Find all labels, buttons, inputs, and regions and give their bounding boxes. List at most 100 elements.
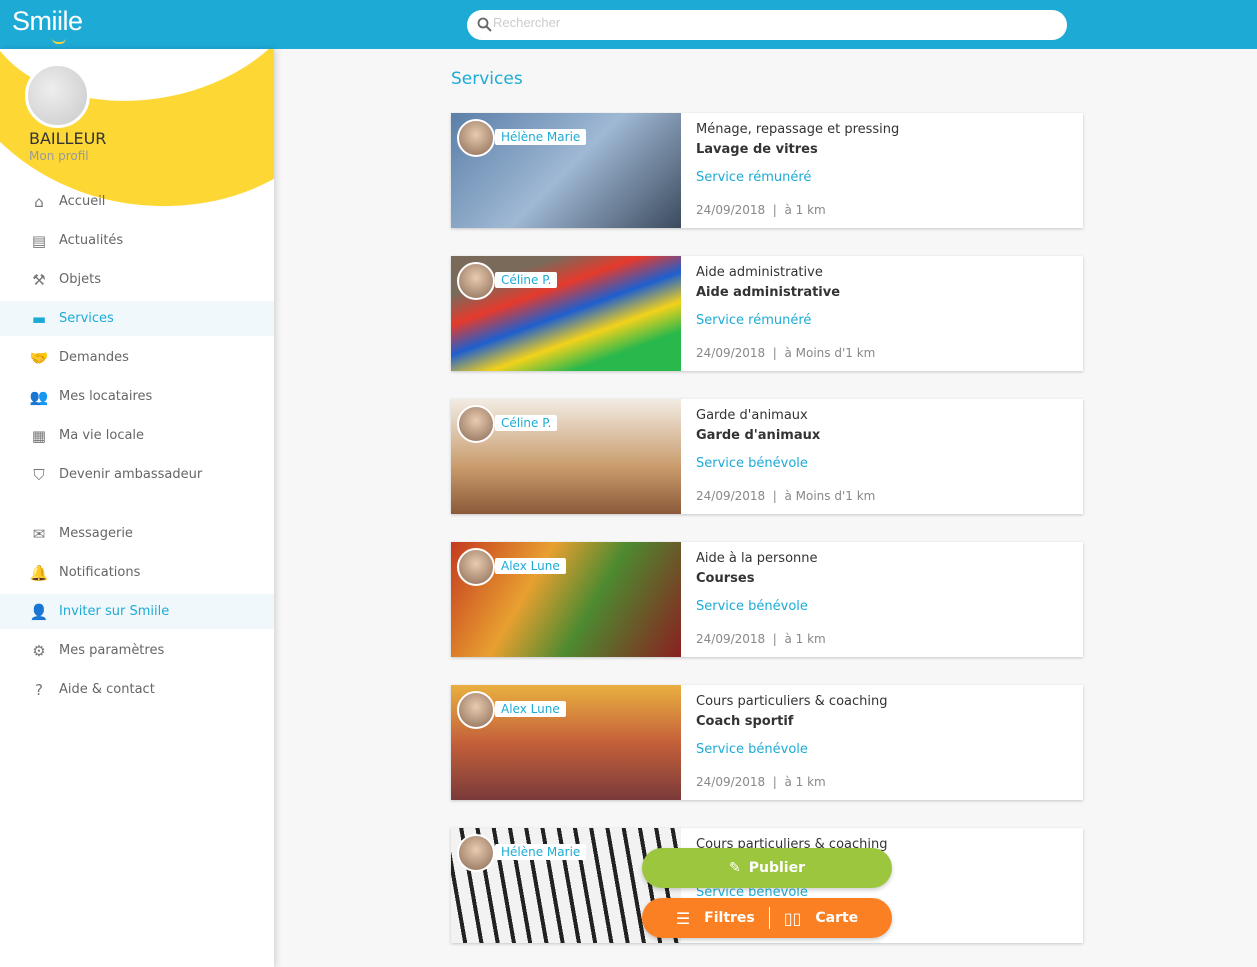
user-avatar (457, 262, 495, 300)
user-name-badge[interactable]: Hélène Marie (495, 844, 587, 860)
map-label: Carte (815, 910, 859, 926)
user-name-badge[interactable]: Hélène Marie (495, 129, 587, 145)
service-date: 24/09/2018 (696, 632, 766, 646)
service-distance: à 1 km (784, 775, 826, 789)
service-title: Garde d'animaux (696, 428, 821, 443)
sidebar-item-devenir-ambassadeur[interactable]: ⛉ Devenir ambassadeur (0, 457, 274, 492)
my-profile-link[interactable]: Mon profil (29, 149, 89, 163)
service-type: Service bénévole (696, 742, 808, 757)
sidebar-item-objets[interactable]: ⚒ Objets (0, 262, 274, 297)
user-avatar (457, 691, 495, 729)
service-distance: à 1 km (784, 632, 826, 646)
service-type: Service rémunéré (696, 313, 812, 328)
sidebar-item-label: Messagerie (59, 526, 133, 541)
service-meta: 24/09/2018 | à 1 km (696, 632, 826, 646)
sidebar-item-messagerie[interactable]: ✉ Messagerie (0, 516, 274, 551)
service-distance: à 1 km (784, 203, 826, 217)
avatar[interactable] (25, 63, 90, 128)
sidebar-item-label: Inviter sur Smiile (59, 604, 170, 619)
service-title: Aide administrative (696, 285, 841, 300)
service-category: Ménage, repassage et pressing (696, 122, 900, 137)
sidebar-item-notifications[interactable]: 🔔 Notifications (0, 555, 274, 590)
bell-icon: 🔔 (29, 563, 49, 582)
search-input[interactable] (493, 15, 1053, 30)
pencil-icon: ✎ (729, 860, 741, 876)
divider (768, 907, 770, 929)
sidebar-item-label: Devenir ambassadeur (59, 467, 203, 482)
sidebar-item-inviter-sur-smiile[interactable]: 👤 Inviter sur Smiile (0, 594, 274, 629)
sidebar-item-label: Mes paramètres (59, 643, 165, 658)
paint-roller-icon: ▬ (31, 309, 47, 328)
service-card[interactable]: Alex Lune Cours particuliers & coaching … (451, 685, 1083, 800)
sidebar-item-services[interactable]: ▬ Services (0, 301, 274, 336)
sidebar-item-label: Mes locataires (59, 389, 153, 404)
shield-icon: ⛉ (33, 465, 45, 484)
users-icon: 👥 (29, 387, 49, 406)
service-type: Service bénévole (696, 599, 808, 614)
search-bar[interactable] (467, 10, 1067, 40)
publish-button[interactable]: ✎ Publier (642, 848, 892, 888)
user-role: BAILLEUR (29, 129, 107, 148)
home-icon: ⌂ (34, 192, 44, 211)
service-date: 24/09/2018 (696, 489, 766, 503)
envelope-icon: ✉ (32, 524, 46, 543)
gear-icon: ⚙ (32, 641, 46, 660)
newspaper-icon: ▤ (31, 231, 47, 250)
service-type: Service rémunéré (696, 170, 812, 185)
service-title: Courses (696, 571, 755, 586)
sidebar-item-demandes[interactable]: 🤝 Demandes (0, 340, 274, 375)
service-card[interactable]: Hélène Marie Ménage, repassage et pressi… (451, 113, 1083, 228)
service-date: 24/09/2018 (696, 346, 766, 360)
user-avatar (457, 119, 495, 157)
service-title: Coach sportif (696, 714, 794, 729)
filters-label: Filtres (704, 910, 755, 926)
sidebar-item-ma-vie-locale[interactable]: ▦ Ma vie locale (0, 418, 274, 453)
service-date: 24/09/2018 (696, 203, 766, 217)
user-avatar (457, 834, 495, 872)
user-name-badge[interactable]: Alex Lune (495, 558, 566, 574)
store-icon: ▦ (31, 426, 47, 445)
service-meta: 24/09/2018 | à 1 km (696, 775, 826, 789)
service-meta: 24/09/2018 | à 1 km (696, 203, 826, 217)
service-category: Aide administrative (696, 265, 823, 280)
question-icon: ? (35, 680, 43, 699)
sidebar-item-label: Ma vie locale (59, 428, 145, 443)
add-user-icon: 👤 (29, 602, 49, 621)
service-category: Aide à la personne (696, 551, 818, 566)
sidebar-item-aide-contact[interactable]: ? Aide & contact (0, 672, 274, 707)
user-name-badge[interactable]: Céline P. (495, 415, 558, 431)
smiile-logo[interactable]: Smiile (12, 6, 83, 37)
sliders-icon: ☰ (675, 908, 691, 928)
service-meta: 24/09/2018 | à Moins d'1 km (696, 489, 876, 503)
sidebar-item-label: Aide & contact (59, 682, 155, 697)
user-name-badge[interactable]: Alex Lune (495, 701, 566, 717)
sidebar: BAILLEUR Mon profil ⌂ Accueil ▤ Actualités ⚒… (0, 49, 274, 967)
filters-button[interactable]: ☰ Filtres (676, 909, 755, 928)
service-type: Service bénévole (696, 456, 808, 471)
sidebar-item-actualit-s[interactable]: ▤ Actualités (0, 223, 274, 258)
sidebar-item-label: Accueil (59, 194, 106, 209)
page-title: Services (451, 69, 523, 89)
user-name-badge[interactable]: Céline P. (495, 272, 558, 288)
map-button[interactable]: ▯▯ Carte (784, 909, 858, 928)
sidebar-item-accueil[interactable]: ⌂ Accueil (0, 184, 274, 219)
top-bar: Smiile (0, 0, 1257, 49)
service-distance: à Moins d'1 km (784, 346, 876, 360)
service-card[interactable]: Céline P. Garde d'animaux Garde d'animau… (451, 399, 1083, 514)
service-category: Cours particuliers & coaching (696, 694, 888, 709)
logo-smile-mark (52, 38, 66, 44)
service-card[interactable]: Céline P. Aide administrative Aide admin… (451, 256, 1083, 371)
user-avatar (457, 548, 495, 586)
service-category: Garde d'animaux (696, 408, 808, 423)
nav-gap (0, 496, 274, 516)
filters-map-bar: ☰ Filtres ▯▯ Carte (642, 898, 892, 938)
sidebar-item-mes-param-tres[interactable]: ⚙ Mes paramètres (0, 633, 274, 668)
sidebar-nav: ⌂ Accueil ▤ Actualités ⚒ Objets ▬ Services 🤝 Dema… (0, 184, 274, 711)
sidebar-item-label: Notifications (59, 565, 141, 580)
service-distance: à Moins d'1 km (784, 489, 876, 503)
sidebar-item-label: Actualités (59, 233, 124, 248)
sidebar-item-label: Objets (59, 272, 101, 287)
service-card[interactable]: Alex Lune Aide à la personne Courses Ser… (451, 542, 1083, 657)
sidebar-item-mes-locataires[interactable]: 👥 Mes locataires (0, 379, 274, 414)
sidebar-item-label: Services (59, 311, 114, 326)
